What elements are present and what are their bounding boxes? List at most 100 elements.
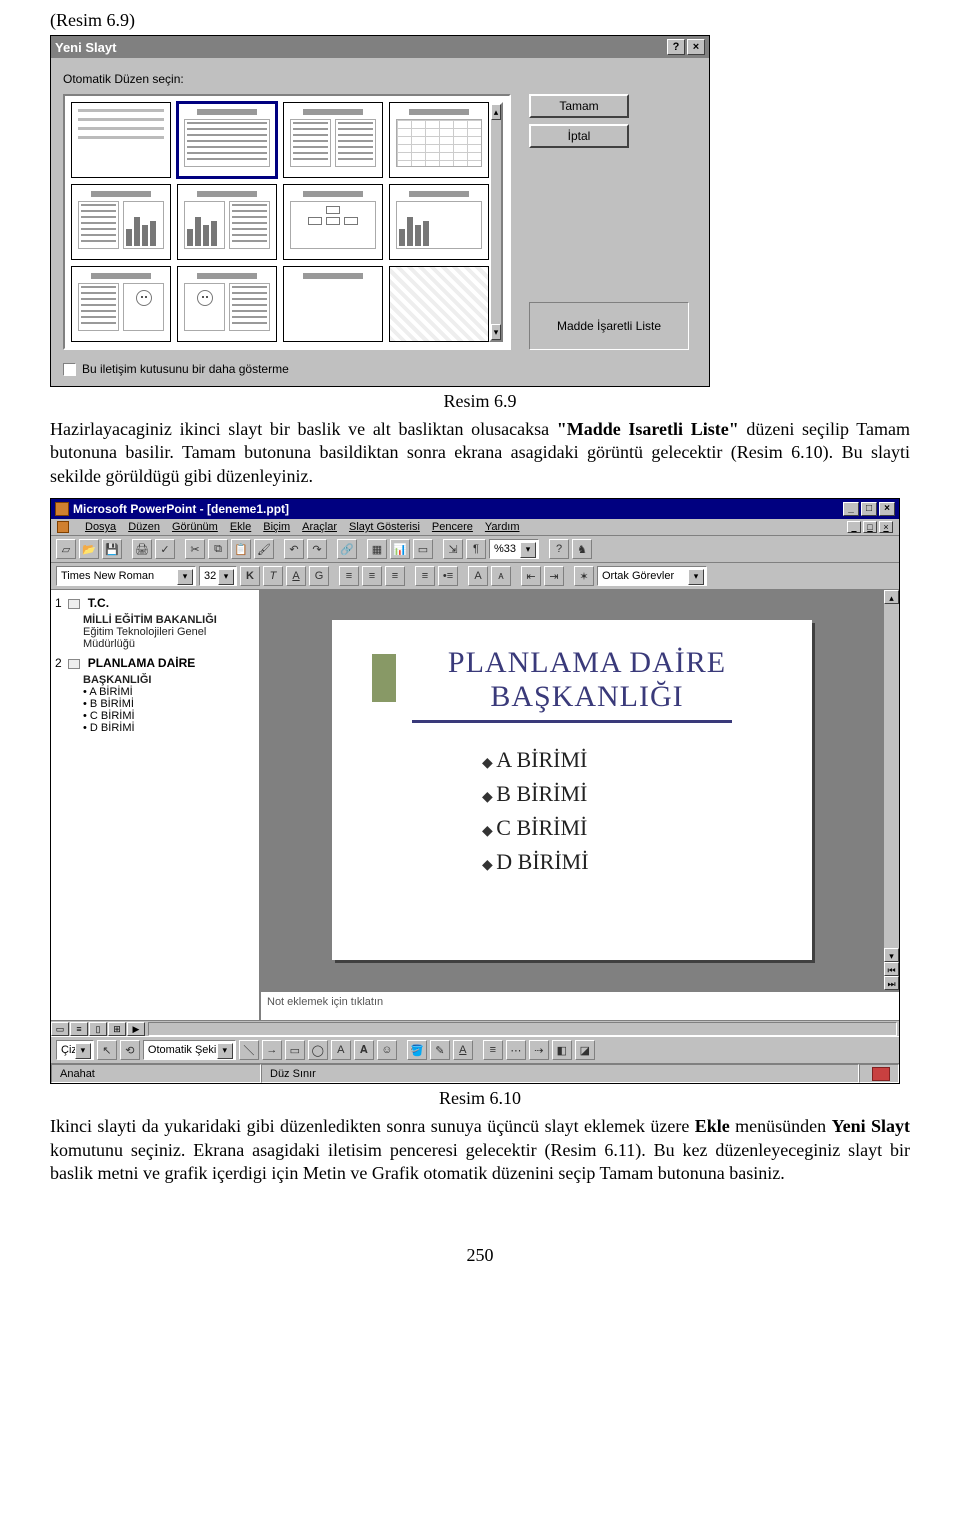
font-color-icon[interactable]: A [453, 1040, 473, 1060]
outline-slide1-line2[interactable]: MİLLİ EĞİTİM BAKANLIĞI [83, 614, 255, 626]
menu-edit[interactable]: Düzen [128, 521, 160, 533]
font-name-combo[interactable]: Times New Roman [56, 566, 196, 586]
menu-slideshow[interactable]: Slayt Gösterisi [349, 521, 420, 533]
spellcheck-book-icon[interactable] [872, 1067, 890, 1081]
rectangle-icon[interactable]: ▭ [285, 1040, 305, 1060]
line-color-icon[interactable]: ✎ [430, 1040, 450, 1060]
paste-icon[interactable]: 📋 [231, 539, 251, 559]
dash-style-icon[interactable]: ⋯ [506, 1040, 526, 1060]
outline-slide1-sub2[interactable]: Müdürlüğü [83, 638, 255, 650]
save-icon[interactable]: 💾 [102, 539, 122, 559]
outline-slide2-title2[interactable]: BAŞKANLIĞI [83, 674, 255, 686]
layout-two-column-text[interactable] [283, 102, 383, 178]
hyperlink-icon[interactable]: 🔗 [337, 539, 357, 559]
copy-icon[interactable]: ⧉ [208, 539, 228, 559]
outline-slide2-b2[interactable]: B BİRİMİ [83, 698, 255, 710]
italic-icon[interactable]: T [263, 566, 283, 586]
decrease-font-icon[interactable]: ᴀ [491, 566, 511, 586]
layout-text-and-clipart[interactable] [71, 266, 171, 342]
outline-pane[interactable]: 1 T.C. MİLLİ EĞİTİM BAKANLIĞI Eğitim Tek… [51, 590, 261, 1020]
normal-view-icon[interactable]: ▭ [51, 1022, 69, 1036]
menu-window[interactable]: Pencere [432, 521, 473, 533]
layout-clipart-and-text[interactable] [177, 266, 277, 342]
font-size-combo[interactable]: 32 [199, 566, 237, 586]
redo-icon[interactable]: ↷ [307, 539, 327, 559]
scroll-down-icon[interactable]: ▾ [884, 948, 899, 962]
arrow-style-icon[interactable]: ⇢ [529, 1040, 549, 1060]
numbering-icon[interactable]: ≡ [415, 566, 435, 586]
outline-slide2-b1[interactable]: A BİRİMİ [83, 686, 255, 698]
menu-insert[interactable]: Ekle [230, 521, 251, 533]
help-icon[interactable]: ? [549, 539, 569, 559]
menu-help[interactable]: Yardım [485, 521, 520, 533]
doc-restore-button[interactable]: □ [863, 521, 877, 533]
open-icon[interactable]: 📂 [79, 539, 99, 559]
layout-text-and-chart[interactable] [71, 184, 171, 260]
format-painter-icon[interactable]: 🖌 [254, 539, 274, 559]
show-formatting-icon[interactable]: ¶ [466, 539, 486, 559]
line-icon[interactable]: ＼ [239, 1040, 259, 1060]
bullets-icon[interactable]: •≡ [438, 566, 458, 586]
slide-view-icon[interactable]: ▯ [89, 1022, 107, 1036]
outline-view-icon[interactable]: ≡ [70, 1022, 88, 1036]
outline-slide1-sub1[interactable]: Eğitim Teknolojileri Genel [83, 626, 255, 638]
layout-chart-and-text[interactable] [177, 184, 277, 260]
chart-icon[interactable]: 📊 [390, 539, 410, 559]
align-center-icon[interactable]: ≡ [362, 566, 382, 586]
slide-vertical-scrollbar[interactable]: ▴ ▾ ⏮ ⏭ [883, 590, 899, 990]
maximize-button[interactable]: □ [861, 502, 877, 516]
wordart-icon[interactable]: 𝐀 [354, 1040, 374, 1060]
oval-icon[interactable]: ◯ [308, 1040, 328, 1060]
increase-font-icon[interactable]: A [468, 566, 488, 586]
layout-bulleted-list[interactable] [177, 102, 277, 178]
new-slide-icon[interactable]: ▭ [413, 539, 433, 559]
draw-menu-button[interactable]: Çiz [56, 1040, 94, 1060]
slideshow-view-icon[interactable]: ▶ [127, 1022, 145, 1036]
outline-slide2-b3[interactable]: C BİRİMİ [83, 710, 255, 722]
slide-bullet-list[interactable]: A BİRİMİ B BİRİMİ C BİRİMİ D BİRİMİ [482, 747, 772, 875]
underline-icon[interactable]: A [286, 566, 306, 586]
3d-style-icon[interactable]: ◪ [575, 1040, 595, 1060]
slide-bullet-1[interactable]: A BİRİMİ [482, 747, 772, 773]
slide-title-line2[interactable]: BAŞKANLIĞI [402, 680, 772, 714]
shadow-style-icon[interactable]: ◧ [552, 1040, 572, 1060]
clipart-icon[interactable]: ☺ [377, 1040, 397, 1060]
assistant-icon[interactable]: ♞ [572, 539, 592, 559]
bold-icon[interactable]: K [240, 566, 260, 586]
shadow-icon[interactable]: G [309, 566, 329, 586]
new-icon[interactable]: ▱ [56, 539, 76, 559]
textbox-icon[interactable]: A [331, 1040, 351, 1060]
layout-scrollbar[interactable]: ▴ ▾ [489, 102, 503, 342]
layout-title-only[interactable] [283, 266, 383, 342]
slide[interactable]: PLANLAMA DAİRE BAŞKANLIĞI A BİRİMİ B BİR… [332, 620, 812, 960]
outline-slide2-title1[interactable]: PLANLAMA DAİRE [88, 656, 196, 670]
expand-icon[interactable]: ⇲ [443, 539, 463, 559]
outline-slide-icon[interactable] [68, 659, 80, 669]
spellcheck-icon[interactable]: ✓ [155, 539, 175, 559]
next-slide-icon[interactable]: ⏭ [884, 976, 899, 990]
minimize-button[interactable]: _ [843, 502, 859, 516]
animation-icon[interactable]: ✶ [574, 566, 594, 586]
slide-title-line1[interactable]: PLANLAMA DAİRE [402, 646, 772, 680]
menu-view[interactable]: Görünüm [172, 521, 218, 533]
slide-bullet-4[interactable]: D BİRİMİ [482, 849, 772, 875]
sorter-view-icon[interactable]: ⊞ [108, 1022, 126, 1036]
cut-icon[interactable]: ✂ [185, 539, 205, 559]
layout-blank[interactable] [389, 266, 489, 342]
menu-tools[interactable]: Araçlar [302, 521, 337, 533]
doc-minimize-button[interactable]: _ [847, 521, 861, 533]
layout-table[interactable] [389, 102, 489, 178]
app-close-button[interactable]: × [879, 502, 895, 516]
common-tasks-combo[interactable]: Ortak Görevler [597, 566, 707, 586]
slide-canvas[interactable]: PLANLAMA DAİRE BAŞKANLIĞI A BİRİMİ B BİR… [261, 590, 883, 990]
outline-slide2-b4[interactable]: D BİRİMİ [83, 722, 255, 734]
autoshapes-button[interactable]: Otomatik Şekil [143, 1040, 236, 1060]
layout-chart[interactable] [389, 184, 489, 260]
dont-show-again-checkbox[interactable] [63, 363, 76, 376]
outline-slide-icon[interactable] [68, 599, 80, 609]
scroll-up-icon[interactable]: ▴ [884, 590, 899, 604]
align-left-icon[interactable]: ≡ [339, 566, 359, 586]
layout-org-chart[interactable] [283, 184, 383, 260]
outline-slide1-title[interactable]: T.C. [88, 596, 109, 610]
notes-pane[interactable]: Not eklemek için tıklatın [261, 990, 899, 1020]
